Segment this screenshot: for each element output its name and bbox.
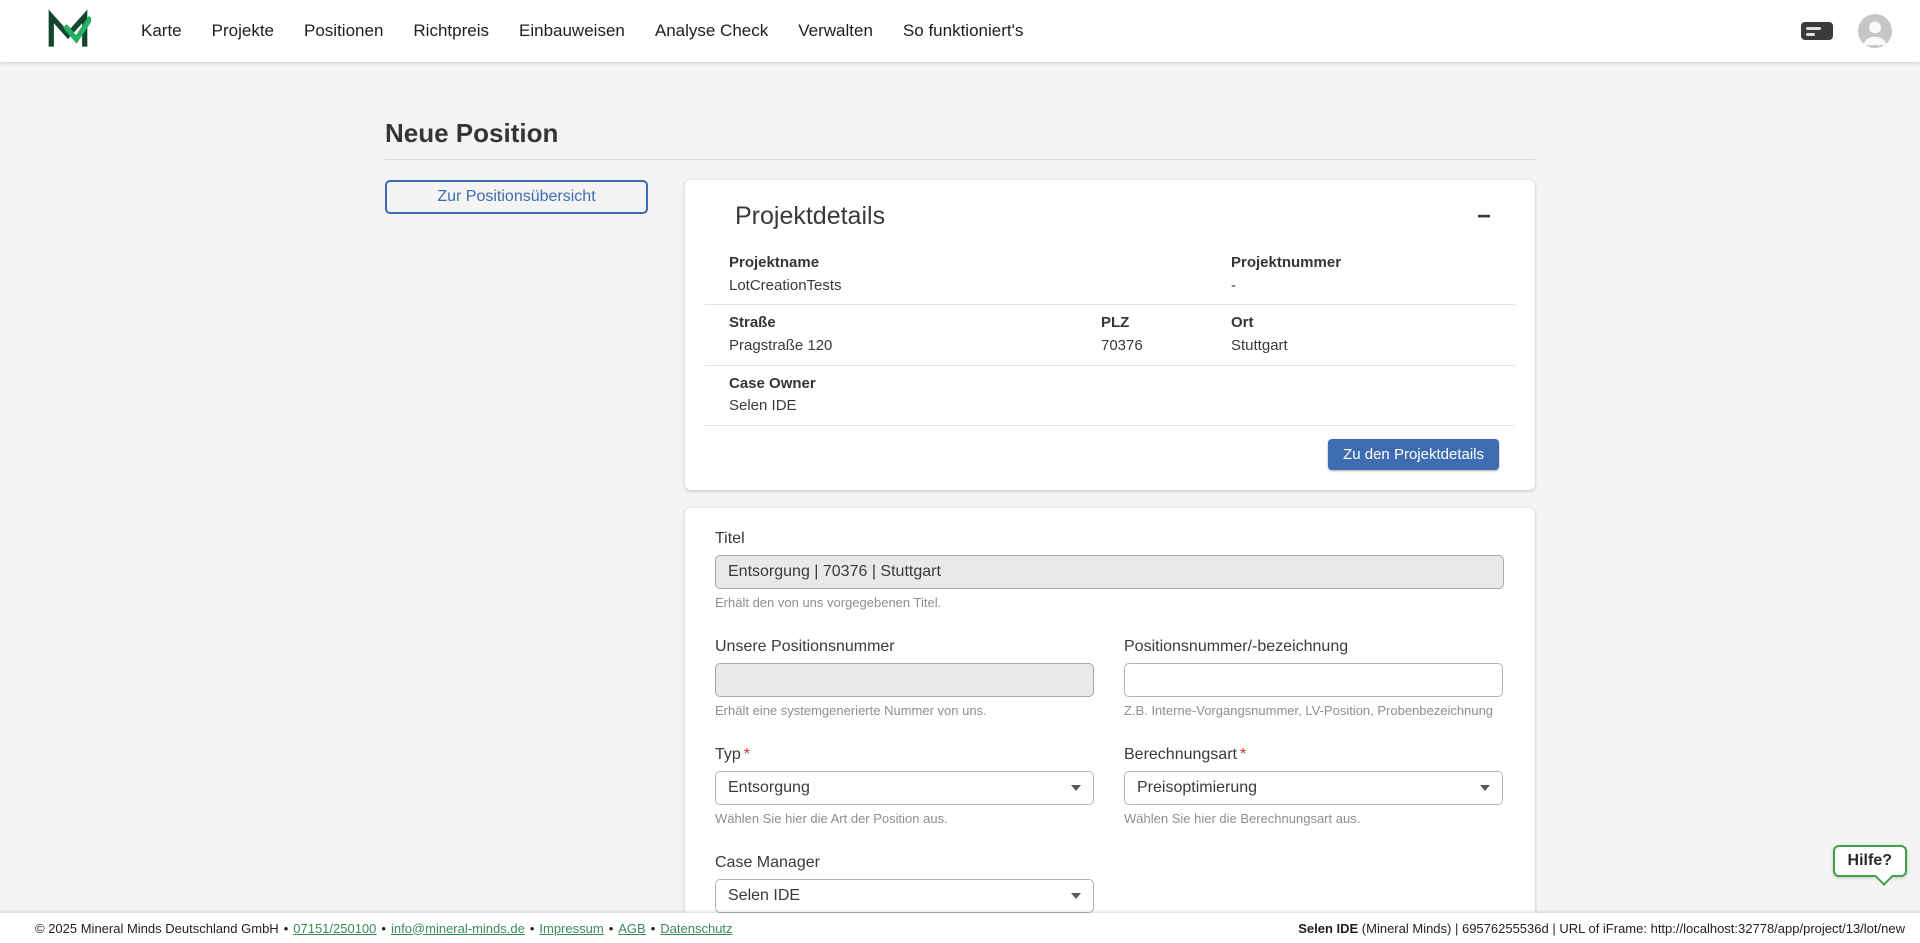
session-details: (Mineral Minds) | 69576255536d | URL of … — [1358, 921, 1905, 936]
position-number-field: Positionsnummer/-bezeichnung Z.B. Intern… — [1124, 638, 1503, 718]
table-row: Straße Pragstraße 120 PLZ 70376 Ort Stut… — [705, 305, 1515, 365]
required-asterisk: * — [744, 746, 750, 763]
nav-item-positionen[interactable]: Positionen — [304, 21, 383, 41]
page-header: Neue Position — [385, 118, 1535, 160]
titel-field: Titel Erhält den von uns vorgegebenen Ti… — [715, 530, 1504, 610]
field-value-ort: Stuttgart — [1231, 336, 1515, 356]
field-value-projektnummer: - — [1231, 276, 1515, 296]
our-position-number-helper-text: Erhält eine systemgenerierte Nummer von … — [715, 703, 1094, 718]
phone-link[interactable]: 07151/250100 — [293, 921, 376, 936]
nav-item-analyse-check[interactable]: Analyse Check — [655, 21, 768, 41]
typ-field: Typ* Entsorgung Wählen Sie hier die Art … — [715, 746, 1094, 826]
chevron-down-icon — [1071, 785, 1081, 791]
field-label-case-owner: Case Owner — [729, 375, 1077, 394]
mineral-minds-logo[interactable] — [45, 8, 91, 54]
chevron-down-icon — [1480, 785, 1490, 791]
field-label-projektnummer: Projektnummer — [1231, 254, 1515, 273]
berechnungsart-select[interactable]: Preisoptimierung — [1124, 771, 1503, 805]
berechnungsart-helper-text: Wählen Sie hier die Berechnungsart aus. — [1124, 811, 1503, 826]
go-to-project-details-button[interactable]: Zu den Projektdetails — [1328, 439, 1499, 470]
datenschutz-link[interactable]: Datenschutz — [660, 921, 732, 936]
typ-helper-text: Wählen Sie hier die Art der Position aus… — [715, 811, 1094, 826]
case-manager-label: Case Manager — [715, 854, 820, 871]
back-to-positions-button[interactable]: Zur Positionsübersicht — [385, 180, 648, 214]
collapse-icon[interactable]: − — [1467, 205, 1501, 229]
field-label-strasse: Straße — [729, 314, 1077, 333]
navbar-right — [1800, 14, 1920, 48]
table-row: Projektname LotCreationTests Projektnumm… — [705, 245, 1515, 305]
main-navigation: Karte Projekte Positionen Richtpreis Ein… — [141, 21, 1023, 41]
our-position-number-input — [715, 663, 1094, 697]
help-button[interactable]: Hilfe? — [1833, 845, 1907, 877]
position-number-helper-text: Z.B. Interne-Vorgangsnummer, LV-Position… — [1124, 703, 1503, 718]
session-info: Selen IDE (Mineral Minds) | 69576255536d… — [1298, 921, 1905, 936]
nav-item-richtpreis[interactable]: Richtpreis — [413, 21, 489, 41]
case-manager-select[interactable]: Selen IDE — [715, 879, 1094, 913]
project-card-title: Projektdetails — [735, 202, 885, 231]
titel-input — [715, 555, 1504, 589]
our-position-number-label: Unsere Positionsnummer — [715, 638, 895, 655]
berechnungsart-label: Berechnungsart — [1124, 746, 1237, 763]
chevron-down-icon — [1071, 893, 1081, 899]
page-title: Neue Position — [385, 118, 1535, 149]
copyright-text: © 2025 Mineral Minds Deutschland GmbH — [35, 921, 279, 936]
user-avatar[interactable] — [1858, 14, 1892, 48]
field-value-plz: 70376 — [1101, 336, 1207, 356]
nav-item-so-funktionierts[interactable]: So funktioniert's — [903, 21, 1023, 41]
case-manager-field: Case Manager Selen IDE — [715, 854, 1094, 913]
table-row: Case Owner Selen IDE — [705, 366, 1515, 426]
field-label-ort: Ort — [1231, 314, 1515, 333]
email-link[interactable]: info@mineral-minds.de — [391, 921, 525, 936]
our-position-number-field: Unsere Positionsnummer Erhält eine syste… — [715, 638, 1094, 718]
separator: • — [609, 921, 614, 936]
nav-item-einbauweisen[interactable]: Einbauweisen — [519, 21, 625, 41]
field-label-projektname: Projektname — [729, 254, 1077, 273]
position-number-input[interactable] — [1124, 663, 1503, 697]
titel-label: Titel — [715, 530, 745, 547]
impressum-link[interactable]: Impressum — [539, 921, 603, 936]
berechnungsart-select-value: Preisoptimierung — [1137, 779, 1257, 797]
agb-link[interactable]: AGB — [618, 921, 645, 936]
new-position-form-card: Titel Erhält den von uns vorgegebenen Ti… — [685, 508, 1535, 943]
required-asterisk: * — [1240, 746, 1246, 763]
main-content: Neue Position Zur Positionsübersicht Pro… — [0, 0, 1920, 943]
nav-item-projekte[interactable]: Projekte — [212, 21, 274, 41]
typ-select-value: Entsorgung — [728, 779, 810, 797]
footer: © 2025 Mineral Minds Deutschland GmbH • … — [0, 913, 1920, 943]
separator: • — [530, 921, 535, 936]
case-manager-select-value: Selen IDE — [728, 887, 800, 905]
field-value-case-owner: Selen IDE — [729, 396, 1077, 416]
berechnungsart-field: Berechnungsart* Preisoptimierung Wählen … — [1124, 746, 1503, 826]
terminal-icon[interactable] — [1800, 19, 1834, 43]
field-value-projektname: LotCreationTests — [729, 276, 1077, 296]
field-label-plz: PLZ — [1101, 314, 1207, 333]
typ-select[interactable]: Entsorgung — [715, 771, 1094, 805]
field-value-strasse: Pragstraße 120 — [729, 336, 1077, 356]
project-details-card: Projektdetails − Projektname LotCreation… — [685, 180, 1535, 490]
titel-helper-text: Erhält den von uns vorgegebenen Titel. — [715, 595, 1504, 610]
separator: • — [284, 921, 289, 936]
position-number-label: Positionsnummer/-bezeichnung — [1124, 638, 1348, 655]
separator: • — [651, 921, 656, 936]
project-details-table: Projektname LotCreationTests Projektnumm… — [705, 245, 1515, 426]
typ-label: Typ — [715, 746, 741, 763]
session-user: Selen IDE — [1298, 921, 1358, 936]
nav-item-karte[interactable]: Karte — [141, 21, 182, 41]
nav-item-verwalten[interactable]: Verwalten — [798, 21, 873, 41]
separator: • — [381, 921, 386, 936]
top-navbar: Karte Projekte Positionen Richtpreis Ein… — [0, 0, 1920, 62]
